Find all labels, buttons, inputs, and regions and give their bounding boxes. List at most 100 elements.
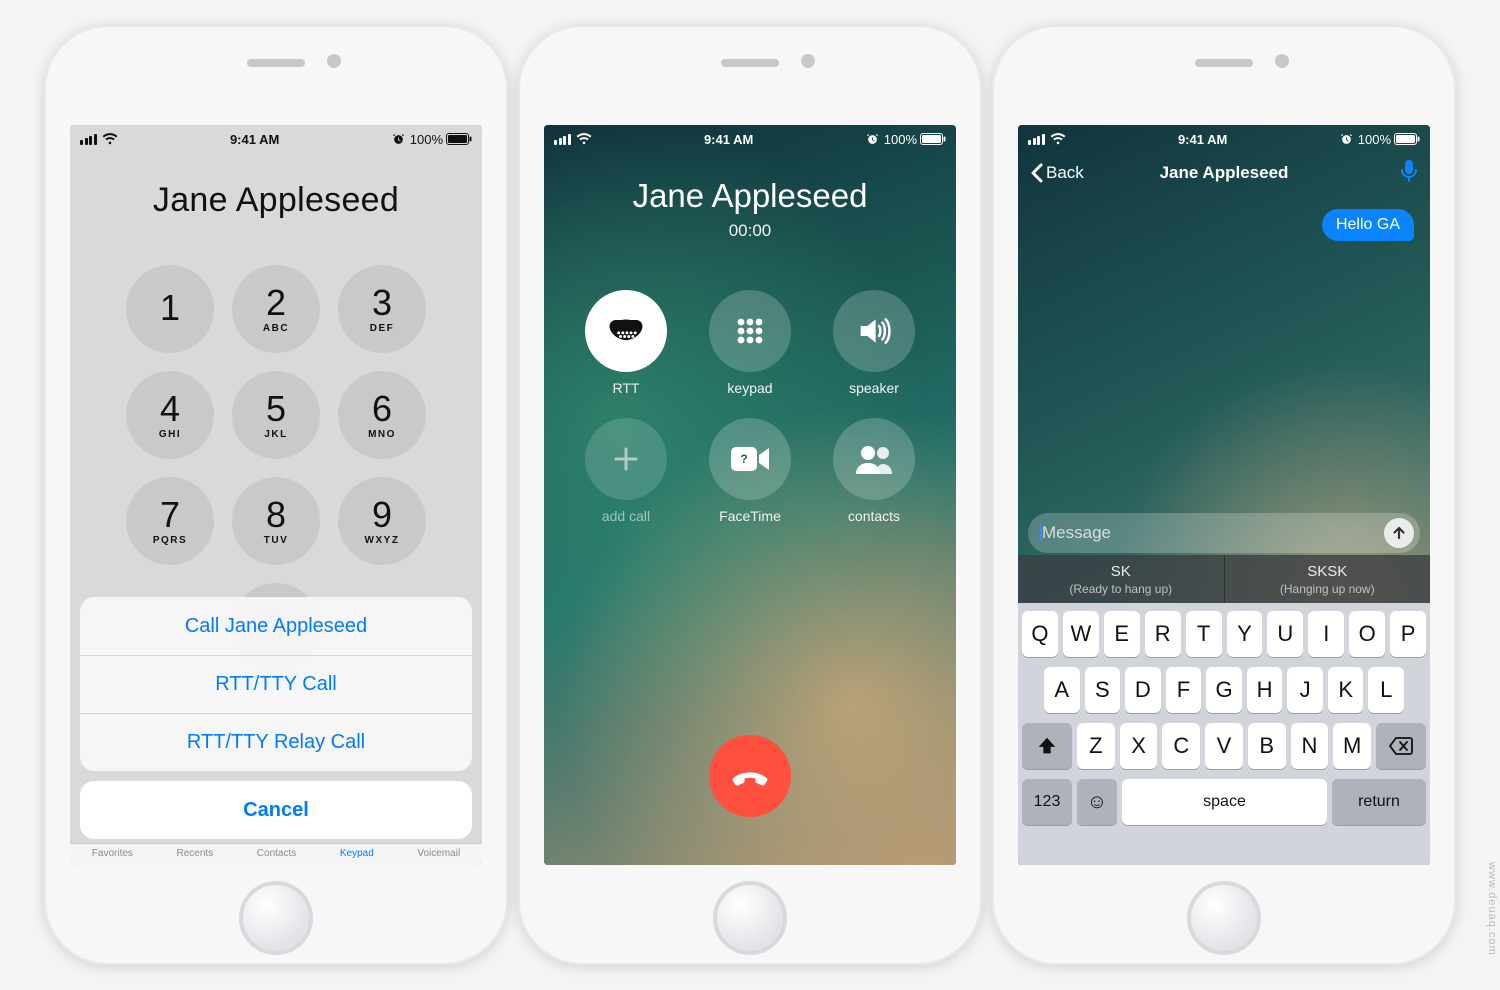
key-q[interactable]: Q	[1022, 611, 1058, 657]
key-j[interactable]: J	[1287, 667, 1323, 713]
cellular-signal-icon	[554, 134, 571, 145]
keyboard: Q W E R T Y U I O P A S D F G H J K L	[1018, 603, 1430, 865]
key-s[interactable]: S	[1085, 667, 1121, 713]
key-i[interactable]: I	[1308, 611, 1344, 657]
message-input-placeholder[interactable]: Message	[1042, 523, 1384, 543]
chat-nav-bar: Back Jane Appleseed	[1018, 153, 1430, 193]
key-f[interactable]: F	[1166, 667, 1202, 713]
facetime-icon: ?	[709, 418, 791, 500]
rtt-button[interactable]: RTT	[580, 290, 672, 396]
emoji-key[interactable]: ☺	[1077, 779, 1117, 825]
key-k[interactable]: K	[1328, 667, 1364, 713]
return-key[interactable]: return	[1332, 779, 1426, 825]
rtt-icon	[585, 290, 667, 372]
speaker-label: speaker	[849, 380, 899, 396]
rtt-label: RTT	[613, 380, 640, 396]
shift-icon	[1036, 735, 1058, 757]
keypad-icon	[709, 290, 791, 372]
key-a[interactable]: A	[1044, 667, 1080, 713]
screen: 9:41 AM 100% Back Jane Appleseed Hello G…	[1018, 125, 1430, 865]
send-button[interactable]	[1384, 518, 1414, 548]
suggestion-sksk[interactable]: SKSK (Hanging up now)	[1225, 555, 1431, 603]
shift-key[interactable]	[1022, 723, 1072, 769]
key-g[interactable]: G	[1206, 667, 1242, 713]
microphone-icon	[1400, 159, 1418, 183]
contacts-button[interactable]: contacts	[828, 418, 920, 524]
key-d[interactable]: D	[1125, 667, 1161, 713]
watermark: www.deuaq.com	[1486, 862, 1498, 956]
status-time: 9:41 AM	[1178, 132, 1227, 147]
key-t[interactable]: T	[1186, 611, 1222, 657]
home-button[interactable]	[1187, 881, 1261, 955]
key-r[interactable]: R	[1145, 611, 1181, 657]
home-button[interactable]	[713, 881, 787, 955]
end-call-button[interactable]	[709, 735, 791, 817]
back-button[interactable]: Back	[1030, 163, 1084, 183]
battery-percent: 100%	[410, 132, 443, 147]
space-key[interactable]: space	[1122, 779, 1327, 825]
status-bar: 9:41 AM 100%	[70, 125, 482, 153]
backspace-icon	[1388, 736, 1414, 756]
key-v[interactable]: V	[1205, 723, 1243, 769]
battery-percent: 100%	[1358, 132, 1391, 147]
action-rtt-tty-relay[interactable]: RTT/TTY Relay Call	[80, 713, 472, 771]
alarm-icon	[392, 133, 405, 146]
key-n[interactable]: N	[1291, 723, 1329, 769]
keyboard-row-3: Z X C V B N M	[1022, 723, 1426, 769]
key-c[interactable]: C	[1162, 723, 1200, 769]
message-composer[interactable]: Message	[1028, 513, 1420, 553]
wifi-icon	[102, 133, 118, 145]
end-call-icon	[728, 754, 772, 798]
key-p[interactable]: P	[1390, 611, 1426, 657]
back-label: Back	[1046, 163, 1084, 183]
battery-indicator: 100%	[1358, 132, 1420, 147]
key-z[interactable]: Z	[1077, 723, 1115, 769]
screen: 9:41 AM 100% Jane Appleseed 1 2ABC 3DEF …	[70, 125, 482, 865]
call-controls: RTT keypad speaker add call	[544, 290, 956, 524]
status-bar: 9:41 AM 100%	[544, 125, 956, 153]
key-m[interactable]: M	[1333, 723, 1371, 769]
wifi-icon	[576, 133, 592, 145]
call-action-sheet: Call Jane Appleseed RTT/TTY Call RTT/TTY…	[80, 597, 472, 839]
chevron-left-icon	[1030, 163, 1044, 183]
action-cancel[interactable]: Cancel	[80, 781, 472, 839]
plus-icon	[585, 418, 667, 500]
battery-indicator: 100%	[884, 132, 946, 147]
contacts-label: contacts	[848, 508, 900, 524]
dictation-button[interactable]	[1400, 159, 1418, 188]
status-bar: 9:41 AM 100%	[1018, 125, 1430, 153]
keypad-button[interactable]: keypad	[704, 290, 796, 396]
cellular-signal-icon	[80, 134, 97, 145]
key-e[interactable]: E	[1104, 611, 1140, 657]
key-y[interactable]: Y	[1227, 611, 1263, 657]
add-call-button: add call	[580, 418, 672, 524]
action-call-contact[interactable]: Call Jane Appleseed	[80, 597, 472, 655]
cellular-signal-icon	[1028, 134, 1045, 145]
status-time: 9:41 AM	[704, 132, 753, 147]
speaker-icon	[833, 290, 915, 372]
quicktype-bar: SK (Ready to hang up) SKSK (Hanging up n…	[1018, 555, 1430, 603]
backspace-key[interactable]	[1376, 723, 1426, 769]
facetime-button[interactable]: ? FaceTime	[704, 418, 796, 524]
alarm-icon	[1340, 133, 1353, 146]
screen: 9:41 AM 100% Jane Appleseed 00:00 RTT	[544, 125, 956, 865]
suggestion-sk[interactable]: SK (Ready to hang up)	[1018, 555, 1225, 603]
speaker-button[interactable]: speaker	[828, 290, 920, 396]
key-o[interactable]: O	[1349, 611, 1385, 657]
message-bubble-sent: Hello GA	[1322, 209, 1414, 241]
battery-percent: 100%	[884, 132, 917, 147]
key-b[interactable]: B	[1248, 723, 1286, 769]
battery-indicator: 100%	[410, 132, 472, 147]
numbers-key[interactable]: 123	[1022, 779, 1072, 825]
call-timer: 00:00	[544, 221, 956, 241]
key-l[interactable]: L	[1368, 667, 1404, 713]
key-x[interactable]: X	[1120, 723, 1158, 769]
key-u[interactable]: U	[1267, 611, 1303, 657]
facetime-label: FaceTime	[719, 508, 781, 524]
keyboard-row-2: A S D F G H J K L	[1022, 667, 1426, 713]
home-button[interactable]	[239, 881, 313, 955]
key-w[interactable]: W	[1063, 611, 1099, 657]
action-rtt-tty-call[interactable]: RTT/TTY Call	[80, 655, 472, 713]
key-h[interactable]: H	[1247, 667, 1283, 713]
wifi-icon	[1050, 133, 1066, 145]
